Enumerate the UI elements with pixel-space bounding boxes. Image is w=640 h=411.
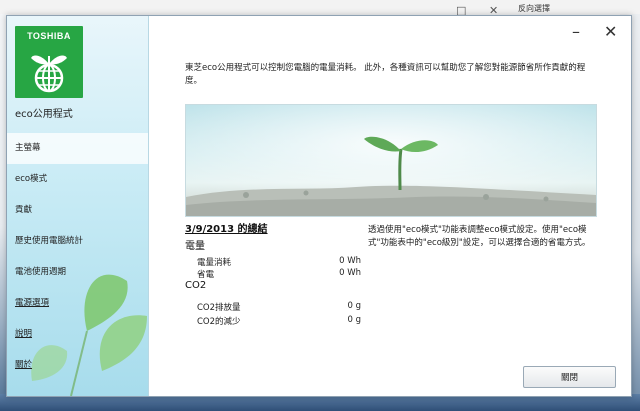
sidebar-item-label: 主螢幕 — [15, 143, 41, 153]
co2-emission-label: CO2排放量 — [197, 303, 241, 313]
toshiba-logo: TOSHIBA — [15, 26, 83, 98]
sidebar-item-usage-history[interactable]: 歷史使用電腦統計 — [7, 226, 148, 257]
intro-text: 東芝eco公用程式可以控制您電腦的電量消耗。 此外，各種資訊可以幫助您了解您對能… — [185, 63, 586, 86]
co2-heading: CO2 — [185, 280, 207, 291]
minimize-button[interactable]: – — [572, 24, 580, 40]
sidebar-item-contribution[interactable]: 貢獻 — [7, 195, 148, 226]
sidebar-item-about[interactable]: 關於 — [7, 350, 148, 381]
co2-emission-value: 0 g — [347, 301, 361, 311]
sidebar-item-label: 貢獻 — [15, 205, 33, 215]
eco-globe-icon — [31, 55, 67, 93]
sidebar-item-home[interactable]: 主螢幕 — [7, 133, 148, 164]
sidebar-item-label: 說明 — [15, 329, 33, 339]
sidebar-item-label: eco模式 — [15, 174, 48, 184]
sidebar: TOSHIBA eco公用程式 主螢幕 eco模式 貢獻 歷史使用電腦統計 電池… — [7, 16, 149, 396]
sidebar-item-label: 歷史使用電腦統計 — [15, 236, 84, 246]
background-menu-text: 反向選擇 — [518, 4, 550, 13]
power-heading: 電量 — [185, 241, 205, 252]
logo-text: TOSHIBA — [27, 31, 71, 41]
co2-reduction-value: 0 g — [347, 315, 361, 325]
sidebar-item-eco-mode[interactable]: eco模式 — [7, 164, 148, 195]
power-consumption-value: 0 Wh — [339, 256, 361, 266]
sidebar-item-power-options[interactable]: 電源選項 — [7, 288, 148, 319]
summary-title: 3/9/2013 的總結 — [185, 224, 268, 235]
eco-mode-tip: 透過使用"eco模式"功能表調整eco模式設定。使用"eco模式"功能表中的"e… — [368, 225, 591, 248]
app-name: eco公用程式 — [15, 109, 73, 120]
seedling-image-icon — [186, 105, 596, 216]
hero-image — [185, 104, 597, 217]
sidebar-item-label: 電源選項 — [15, 298, 50, 308]
power-consumption-label: 電量消耗 — [197, 258, 232, 268]
close-window-button[interactable]: ✕ — [604, 24, 617, 40]
power-saved-label: 省電 — [197, 270, 215, 280]
power-saved-value: 0 Wh — [339, 268, 361, 278]
sidebar-item-label: 電池使用週期 — [15, 267, 67, 277]
sidebar-nav: 主螢幕 eco模式 貢獻 歷史使用電腦統計 電池使用週期 電源選項 說明 關於 — [7, 133, 148, 381]
eco-utility-window: TOSHIBA eco公用程式 主螢幕 eco模式 貢獻 歷史使用電腦統計 電池… — [6, 15, 632, 397]
close-button[interactable]: 關閉 — [523, 366, 616, 388]
sidebar-item-help[interactable]: 說明 — [7, 319, 148, 350]
sidebar-item-battery-cycle[interactable]: 電池使用週期 — [7, 257, 148, 288]
sidebar-item-label: 關於 — [15, 360, 33, 370]
co2-reduction-label: CO2的減少 — [197, 317, 241, 327]
main-content: – ✕ 東芝eco公用程式可以控制您電腦的電量消耗。 此外，各種資訊可以幫助您了… — [149, 16, 631, 396]
